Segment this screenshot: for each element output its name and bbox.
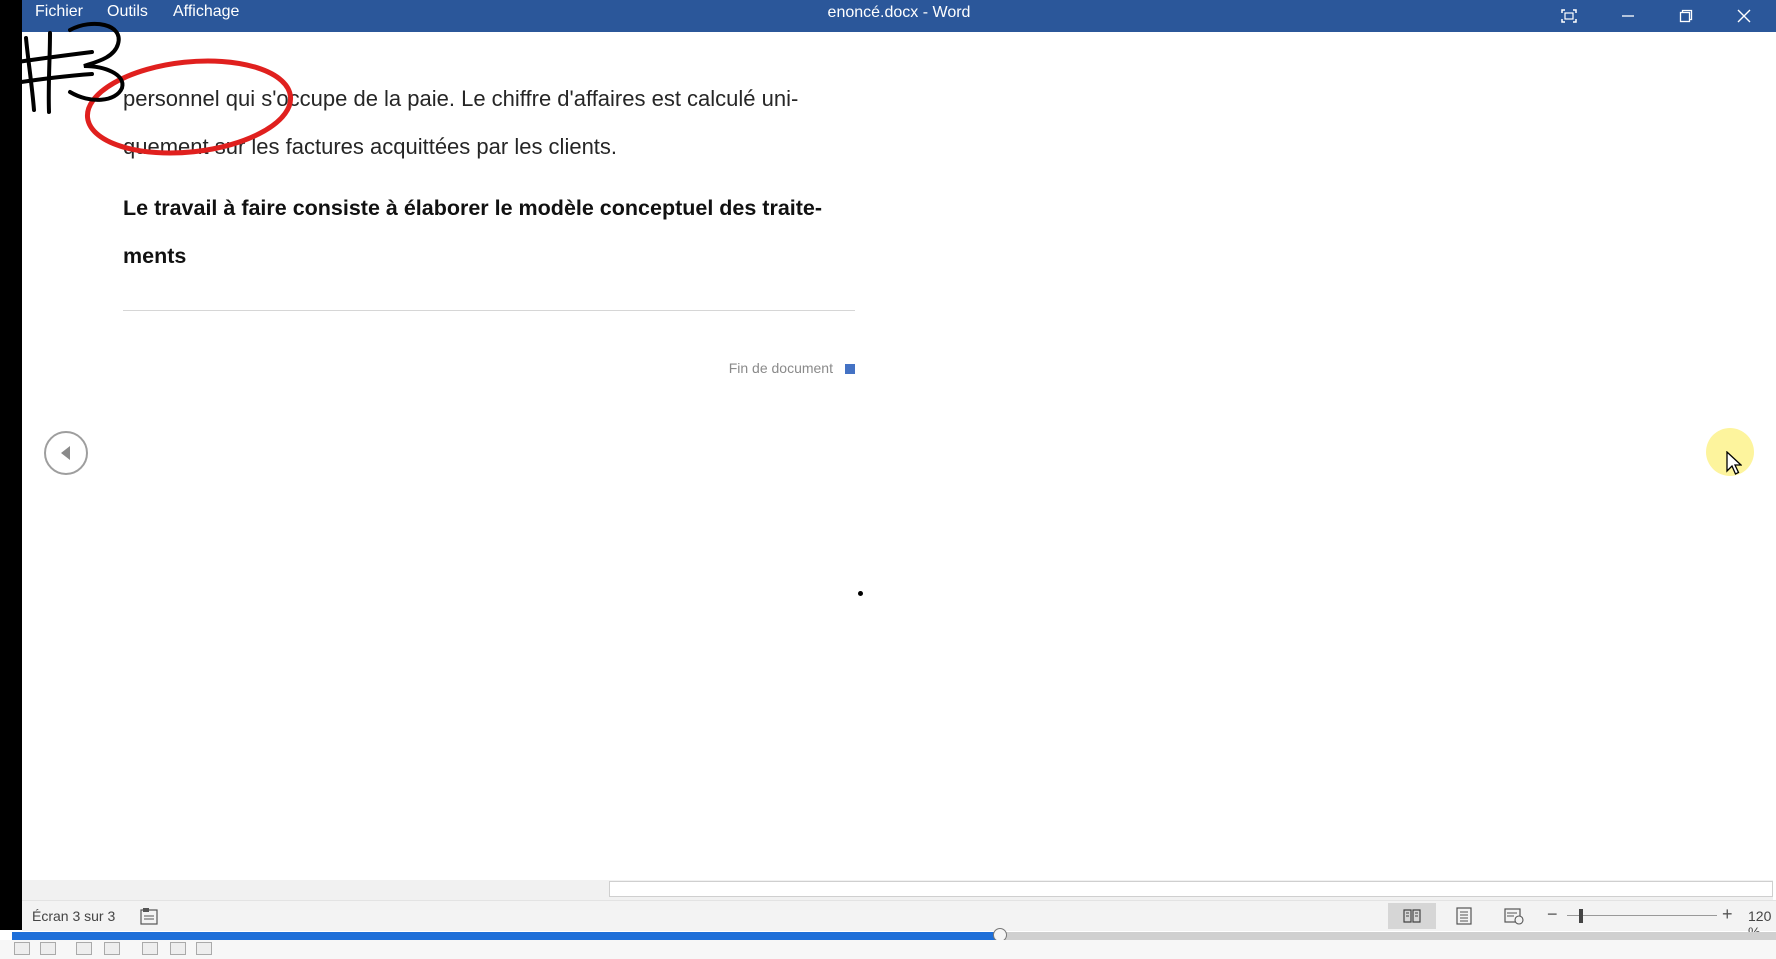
player-control[interactable] [40, 942, 56, 955]
title-bar: Fichier Outils Affichage enoncé.docx - W… [22, 0, 1776, 32]
fullscreen-button[interactable] [1541, 0, 1597, 32]
player-control[interactable] [196, 942, 212, 955]
minimize-button[interactable] [1600, 0, 1656, 32]
document-page: personnel qui s'occupe de la paie. Le ch… [22, 32, 1773, 880]
player-controls [0, 940, 1776, 959]
read-mode-button[interactable] [1388, 903, 1436, 929]
zoom-slider[interactable] [1567, 915, 1717, 916]
web-layout-button[interactable] [1490, 903, 1538, 929]
bold-line-1: Le travail à faire consiste à élaborer l… [123, 196, 823, 220]
previous-screen-button[interactable] [44, 431, 88, 475]
end-rule [123, 310, 855, 311]
zoom-out-button[interactable]: − [1547, 904, 1558, 925]
player-control[interactable] [76, 942, 92, 955]
mouse-cursor-icon [1726, 451, 1742, 475]
left-border [0, 0, 22, 930]
player-control[interactable] [142, 942, 158, 955]
end-of-document: Fin de document [123, 360, 855, 376]
print-layout-icon [1456, 907, 1472, 925]
page-layout-icon[interactable] [140, 907, 158, 925]
close-button[interactable] [1716, 0, 1772, 32]
minimize-icon [1622, 15, 1634, 17]
screen: Fichier Outils Affichage enoncé.docx - W… [0, 0, 1776, 959]
back-arrow-icon [61, 446, 70, 460]
paragraph-line-1: personnel qui s'occupe de la paie. Le ch… [123, 86, 799, 111]
restore-button[interactable] [1658, 0, 1714, 32]
player-control[interactable] [170, 942, 186, 955]
window-title: enoncé.docx - Word [827, 4, 971, 21]
restore-icon [1679, 9, 1693, 23]
web-layout-icon [1504, 908, 1524, 925]
player-control[interactable] [14, 942, 30, 955]
bold-line-2: ments [123, 244, 187, 268]
paragraph-line-2: quement sur les factures acquittées par … [123, 134, 618, 159]
read-mode-icon [1403, 909, 1421, 923]
player-control[interactable] [104, 942, 120, 955]
zoom-slider-thumb[interactable] [1579, 909, 1583, 923]
video-progress-fill [12, 932, 1000, 940]
screen-indicator: Écran 3 sur 3 [32, 908, 116, 924]
status-bar: Écran 3 sur 3 − + 120 [22, 900, 1776, 940]
print-layout-button[interactable] [1440, 903, 1488, 929]
fullscreen-icon [1561, 9, 1577, 23]
horizontal-scroll-thumb[interactable] [609, 881, 1773, 897]
end-of-document-label: Fin de document [728, 360, 833, 376]
stray-dot [858, 591, 863, 596]
end-square-icon [845, 364, 855, 375]
zoom-in-button[interactable]: + [1722, 904, 1733, 925]
close-icon [1737, 9, 1751, 23]
